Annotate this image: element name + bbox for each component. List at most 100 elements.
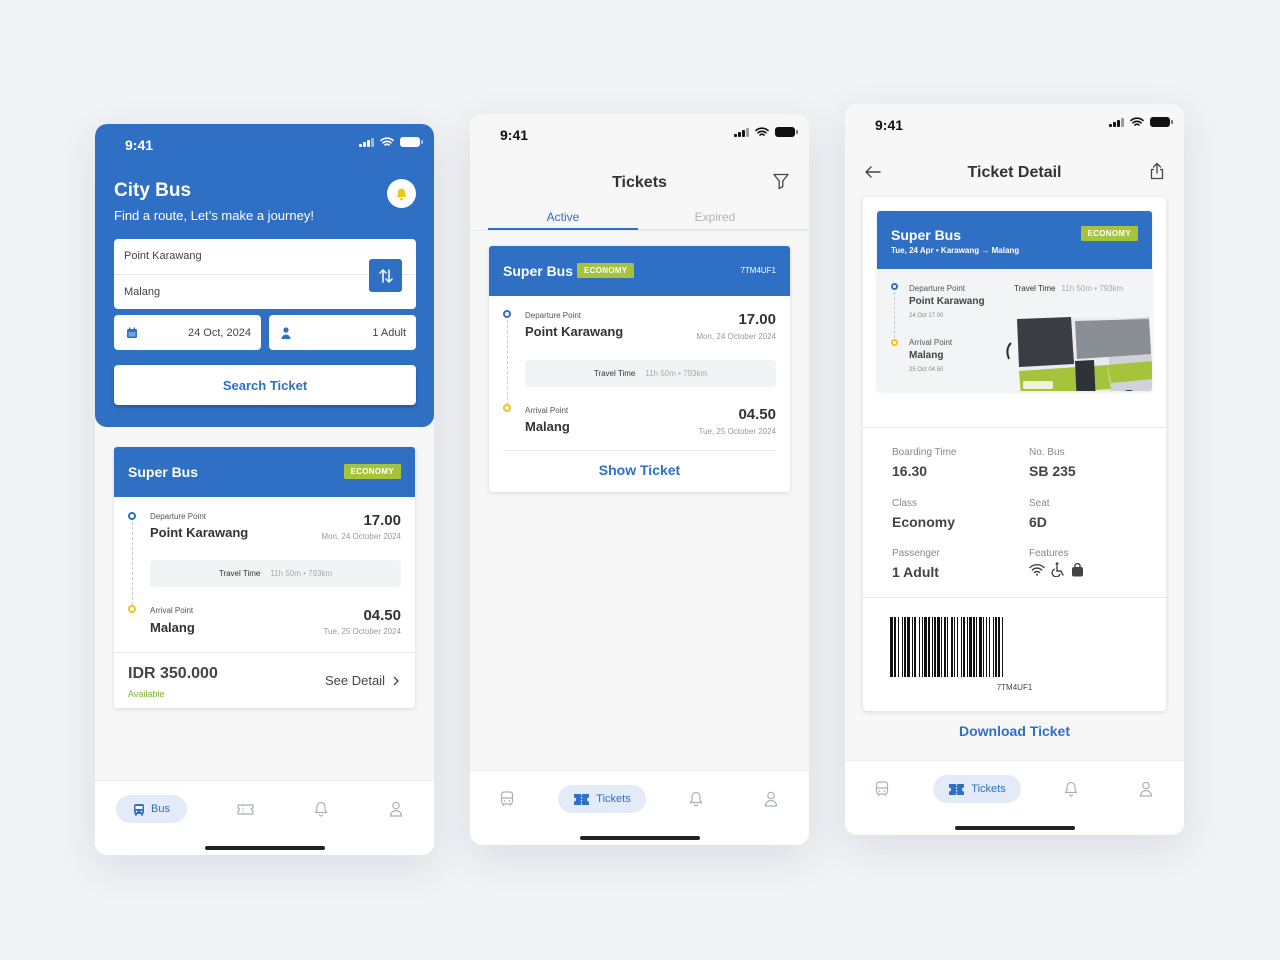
- boarding-label: Boarding Time: [892, 447, 957, 458]
- departure-dot: [503, 310, 511, 318]
- bus-no-label: No. Bus: [1029, 447, 1065, 458]
- arrival-label: Arrival Point: [909, 338, 953, 347]
- wifi-status-icon: [755, 127, 769, 136]
- card-header: Super Bus ECONOMY 7TM4UF1: [489, 246, 790, 296]
- person-icon: [281, 326, 291, 339]
- swap-route-button[interactable]: [369, 259, 402, 292]
- bus-name: Super Bus: [891, 227, 962, 243]
- departure-label: Departure Point: [150, 512, 207, 521]
- arrival-label: Arrival Point: [525, 406, 569, 415]
- nav-notifications[interactable]: [311, 795, 331, 823]
- see-detail-link[interactable]: See Detail: [325, 673, 399, 688]
- nav-profile[interactable]: [386, 795, 406, 823]
- arrival-place: Malang: [150, 620, 195, 635]
- bell-icon: [396, 188, 407, 200]
- ticket-code: 7TM4UF1: [740, 266, 776, 275]
- bus-icon: [875, 781, 889, 796]
- arrival-dot: [128, 605, 136, 613]
- travel-info: 11h 50m • 793km: [270, 569, 333, 578]
- features-list: [1029, 562, 1084, 577]
- barcode-stripe: [1003, 617, 1006, 677]
- departure-time: 17.00: [738, 311, 776, 328]
- bus-result-card[interactable]: Super Bus ECONOMY Departure Point Point …: [114, 447, 415, 708]
- signal-icon: [734, 127, 749, 137]
- search-ticket-button[interactable]: Search Ticket: [114, 365, 416, 405]
- nav-bus[interactable]: [497, 785, 517, 813]
- bus-icon: [134, 803, 145, 816]
- date-field[interactable]: 24 Oct, 2024: [114, 315, 261, 350]
- passenger-field[interactable]: 1 Adult: [269, 315, 416, 350]
- travel-time-bar: Travel Time 11h 50m • 793km: [525, 360, 776, 387]
- nav-tickets[interactable]: [235, 795, 255, 823]
- nav-bus[interactable]: [872, 775, 892, 803]
- arrival-time: 04.50: [363, 607, 401, 624]
- ticket-icon: [574, 793, 590, 805]
- download-ticket-button[interactable]: Download Ticket: [845, 723, 1184, 739]
- bus-name: Super Bus: [128, 464, 199, 480]
- nav-profile[interactable]: [761, 785, 781, 813]
- ticket-card[interactable]: Super Bus ECONOMY 7TM4UF1 Departure Poin…: [489, 246, 790, 492]
- calendar-icon: [127, 327, 137, 338]
- user-icon: [1139, 781, 1153, 797]
- app-subtitle: Find a route, Let’s make a journey!: [114, 208, 314, 223]
- app-title: City Bus: [114, 180, 192, 201]
- nav-bus[interactable]: Bus: [116, 795, 187, 823]
- nav-tickets[interactable]: Tickets: [558, 785, 646, 813]
- ticket-detail-card: Super Bus ECONOMY Tue, 24 Apr • Karawang…: [863, 197, 1166, 711]
- barcode: [890, 617, 1140, 677]
- status-bar: 9:41: [845, 104, 1184, 144]
- status-time: 9:41: [875, 117, 904, 133]
- passenger-value: 1 Adult: [372, 326, 406, 339]
- travel-label: Travel Time: [593, 369, 636, 378]
- departure-label: Departure Point: [909, 284, 966, 293]
- divider: [114, 652, 415, 653]
- travel-info: 11h 50m • 793km: [645, 369, 708, 378]
- ticket-detail-screen: 9:41 Ticket Detail Super Bus ECONOMY Tue…: [845, 104, 1184, 835]
- arrival-place: Malang: [525, 419, 570, 434]
- tab-expired[interactable]: Expired: [640, 210, 790, 224]
- route-line: [894, 292, 895, 338]
- signal-icon: [1109, 117, 1124, 127]
- arrival-dot: [891, 339, 898, 346]
- wifi-icon: [1029, 563, 1045, 576]
- bottom-nav: Tickets: [845, 760, 1184, 835]
- ticket-tabs: Active Expired: [488, 208, 808, 230]
- battery-icon: [400, 137, 423, 147]
- nav-profile[interactable]: [1136, 775, 1156, 803]
- wheelchair-icon: [1051, 562, 1064, 577]
- page-title: Tickets: [612, 174, 667, 191]
- nav-tickets-label: Tickets: [971, 783, 1006, 795]
- show-ticket-button[interactable]: Show Ticket: [489, 462, 790, 478]
- class-badge: ECONOMY: [343, 464, 401, 479]
- bell-icon: [689, 791, 703, 807]
- nav-tickets[interactable]: Tickets: [933, 775, 1021, 803]
- status-time: 9:41: [500, 127, 529, 143]
- arrival-meta: 25 Oct 04.50: [909, 367, 944, 373]
- class-value: Economy: [892, 514, 956, 530]
- nav-bus-label: Bus: [151, 803, 170, 815]
- status-bar: 9:41: [470, 114, 809, 154]
- travel-label: Travel Time: [218, 569, 261, 578]
- departure-date: Mon, 24 October 2024: [321, 532, 401, 541]
- bell-icon: [314, 801, 328, 817]
- route-line: [132, 522, 133, 605]
- tab-active[interactable]: Active: [488, 210, 638, 230]
- user-icon: [764, 791, 778, 807]
- bottom-nav: Bus: [95, 780, 434, 855]
- bus-no-value: SB 235: [1029, 463, 1076, 479]
- filter-icon[interactable]: [773, 173, 789, 190]
- card-header: Super Bus ECONOMY: [114, 447, 415, 497]
- bell-icon: [1064, 781, 1078, 797]
- departure-dot: [128, 512, 136, 520]
- notification-button[interactable]: [387, 179, 416, 208]
- ticket-icon: [236, 803, 254, 815]
- nav-notifications[interactable]: [1061, 775, 1081, 803]
- home-indicator: [955, 826, 1075, 830]
- nav-notifications[interactable]: [686, 785, 706, 813]
- divider: [470, 230, 809, 231]
- tickets-screen: 9:41 Tickets Active Expired Super Bus EC…: [470, 114, 809, 845]
- home-screen: 9:41 City Bus Find a route, Let’s make a…: [95, 124, 434, 855]
- bus-icon: [500, 791, 514, 806]
- seat-value: 6D: [1029, 514, 1047, 530]
- share-icon[interactable]: [1150, 162, 1164, 180]
